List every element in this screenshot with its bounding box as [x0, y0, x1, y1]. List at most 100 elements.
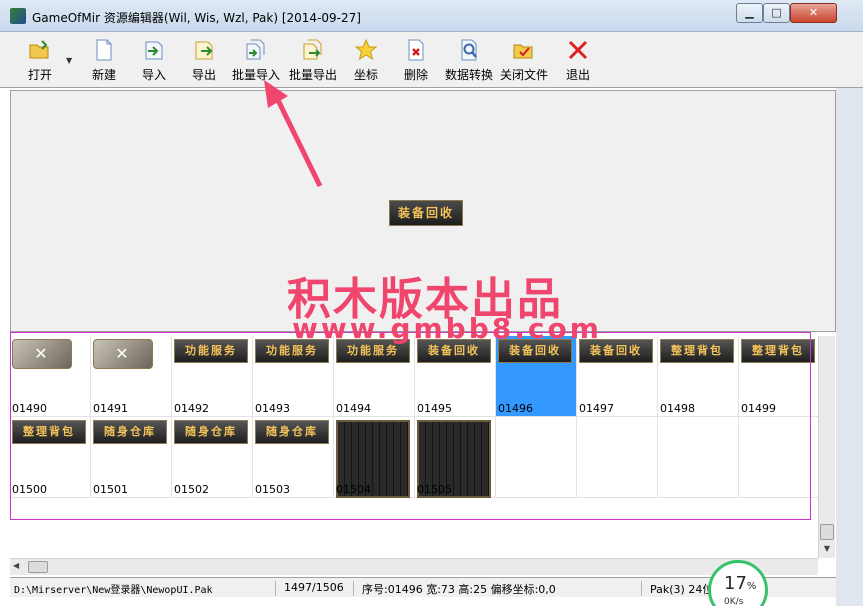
cell-thumbnail: 随身仓库 — [174, 420, 248, 444]
convert-icon — [461, 39, 477, 61]
cell-index-label: 01494 — [336, 402, 371, 415]
coordinate-button[interactable]: 坐标 — [350, 38, 382, 86]
cell-index-label: 01505 — [417, 483, 452, 496]
close-window-button[interactable]: ✕ — [790, 3, 837, 23]
open-label: 打开 — [27, 68, 52, 82]
new-file-icon — [96, 39, 112, 61]
vertical-scroll-thumb[interactable] — [820, 524, 834, 540]
vertical-scrollbar[interactable]: ▼ — [818, 336, 835, 558]
meter-percent: 17% — [724, 573, 757, 594]
batch-export-label: 批量导出 — [288, 68, 337, 82]
batch-import-icon — [246, 39, 265, 60]
batch-export-icon — [303, 39, 322, 60]
grid-cell[interactable]: 功能服务 01492 — [172, 336, 253, 417]
window-side-frame — [836, 32, 863, 606]
exit-label: 退出 — [565, 68, 590, 82]
grid-cell[interactable]: 随身仓库 01503 — [253, 417, 334, 498]
grid-cell[interactable]: 装备回收 01497 — [577, 336, 658, 417]
export-button[interactable]: 导出 — [188, 38, 220, 86]
grid-cell[interactable]: 01505 — [415, 417, 496, 498]
cell-thumbnail: 整理背包 — [660, 339, 734, 363]
app-icon — [10, 8, 26, 24]
grid-cell[interactable]: 功能服务 01493 — [253, 336, 334, 417]
star-icon — [354, 38, 378, 61]
cell-thumbnail: 随身仓库 — [255, 420, 329, 444]
cell-index-label: 01493 — [255, 402, 290, 415]
grid-cell[interactable]: 装备回收 01495 — [415, 336, 496, 417]
grid-cell[interactable] — [496, 417, 577, 498]
cell-index-label: 01492 — [174, 402, 209, 415]
cell-index-label: 01490 — [12, 402, 47, 415]
cell-index-label: 01495 — [417, 402, 452, 415]
close-file-icon — [513, 44, 533, 59]
cell-thumbnail: 整理背包 — [741, 339, 815, 363]
cell-index-label: 01491 — [93, 402, 128, 415]
delete-button[interactable]: 删除 — [400, 38, 432, 86]
batch-import-button[interactable]: 批量导入 — [230, 38, 282, 86]
cell-index-label: 01503 — [255, 483, 290, 496]
grid-cell[interactable] — [577, 417, 658, 498]
data-convert-button[interactable]: 数据转换 — [443, 38, 495, 86]
close-file-button[interactable]: 关闭文件 — [498, 38, 550, 86]
open-button[interactable]: 打开 — [24, 38, 56, 86]
new-label: 新建 — [91, 68, 116, 82]
close-file-label: 关闭文件 — [499, 68, 548, 82]
watermark-url: www.gmbb8.com — [292, 312, 602, 345]
cell-index-label: 01502 — [174, 483, 209, 496]
grid-cell[interactable] — [739, 417, 820, 498]
horizontal-scrollbar[interactable]: ◀ — [10, 558, 818, 575]
status-image-count: 1497/1506 — [284, 581, 354, 596]
cell-index-label: 01504 — [336, 483, 371, 496]
cell-thumbnail: ✕ — [93, 339, 153, 369]
cell-index-label: 01498 — [660, 402, 695, 415]
maximize-button[interactable]: □ — [763, 3, 790, 23]
grid-cell[interactable]: 整理背包 01500 — [10, 417, 91, 498]
batch-import-label: 批量导入 — [231, 68, 280, 82]
scroll-down-arrow[interactable]: ▼ — [820, 541, 834, 557]
status-image-info: 序号:01496 宽:73 高:25 偏移坐标:0,0 — [362, 581, 642, 596]
cell-thumbnail: ✕ — [12, 339, 72, 369]
delete-icon — [408, 39, 424, 61]
exit-icon — [568, 40, 588, 60]
grid-cell[interactable]: ✕ 01491 — [91, 336, 172, 417]
grid-cell[interactable]: 功能服务 01494 — [334, 336, 415, 417]
batch-export-button[interactable]: 批量导出 — [287, 38, 339, 86]
cell-index-label: 01496 — [498, 402, 533, 415]
export-label: 导出 — [191, 68, 216, 82]
delete-label: 删除 — [403, 68, 428, 82]
window-title: GameOfMir 资源编辑器(Wil, Wis, Wzl, Pak) [201… — [32, 11, 361, 25]
new-button[interactable]: 新建 — [88, 38, 120, 86]
export-icon — [195, 41, 213, 60]
cell-thumbnail: 功能服务 — [174, 339, 248, 363]
import-label: 导入 — [141, 68, 166, 82]
cell-index-label: 01501 — [93, 483, 128, 496]
cell-index-label: 01499 — [741, 402, 776, 415]
cell-thumbnail: 随身仓库 — [93, 420, 167, 444]
data-convert-label: 数据转换 — [444, 68, 493, 82]
grid-cell[interactable]: 整理背包 01499 — [739, 336, 820, 417]
import-icon — [145, 41, 163, 60]
open-dropdown-arrow[interactable]: ▼ — [66, 56, 72, 65]
scroll-left-arrow[interactable]: ◀ — [13, 561, 19, 570]
grid-cell[interactable]: 整理背包 01498 — [658, 336, 739, 417]
open-folder-icon — [29, 40, 49, 59]
title-bar: GameOfMir 资源编辑器(Wil, Wis, Wzl, Pak) [201… — [0, 0, 863, 32]
cell-index-label: 01500 — [12, 483, 47, 496]
coordinate-label: 坐标 — [353, 68, 378, 82]
toolbar: 打开 ▼ 新建 导入 导出 批量导入 批量导出 坐标 删除 数据转换 关闭文件 — [0, 32, 863, 88]
exit-button[interactable]: 退出 — [562, 38, 594, 86]
status-file-path: D:\Mirserver\New登录器\NewopUI.Pak — [14, 581, 276, 596]
grid-cell[interactable]: ✕ 01490 — [10, 336, 91, 417]
cell-index-label: 01497 — [579, 402, 614, 415]
meter-rate: 0K/s — [724, 597, 744, 606]
import-button[interactable]: 导入 — [138, 38, 170, 86]
image-thumbnail-grid: ✕ 01490 ✕ 01491 功能服务 01492 功能服务 01493 功能服务 01494 装… — [10, 336, 820, 498]
grid-cell[interactable]: 随身仓库 01502 — [172, 417, 253, 498]
horizontal-scroll-thumb[interactable] — [28, 561, 48, 573]
grid-cell[interactable]: 01504 — [334, 417, 415, 498]
minimize-button[interactable]: ▁ — [736, 3, 763, 23]
preview-image: 装备回收 — [389, 200, 463, 226]
grid-cell[interactable] — [658, 417, 739, 498]
grid-cell[interactable]: 装备回收 01496 — [496, 336, 577, 417]
grid-cell[interactable]: 随身仓库 01501 — [91, 417, 172, 498]
